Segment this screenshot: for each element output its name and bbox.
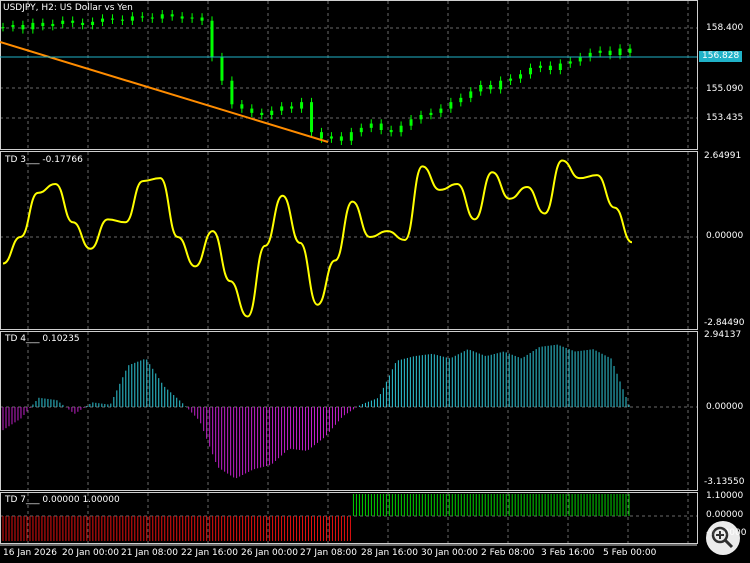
price-candle-body [578,57,582,62]
price-candle-body [499,80,503,90]
td4-histogram [2,344,630,479]
price-candle-body [419,115,423,120]
td4-tick: 2.94137 [704,330,742,340]
price-candle-body [310,102,314,133]
time-tick: 28 Jan 16:00 [361,548,418,558]
td3-tick: 2.64991 [704,151,742,161]
price-candle-body [489,85,493,90]
price-candle-body [280,106,284,111]
price-candle-body [409,119,413,126]
price-candle-body [608,50,612,55]
price-candle-body [91,21,95,25]
panel-border [0,151,698,330]
td3-title: TD 3___ -0.17766 [5,155,83,165]
price-candle-body [150,17,154,19]
price-candle-body [379,123,383,130]
price-candle-body [200,17,204,21]
price-candle-body [329,136,333,139]
td7-title: TD 7___ 0.00000 1.00000 [5,495,120,505]
price-candle-body [21,25,25,30]
price-candle-body [240,104,244,109]
price-candle-body [180,16,184,19]
price-candle-body [81,22,85,25]
time-tick: 16 Jan 2026 [3,548,57,558]
price-candle-body [359,127,363,133]
price-candle-body [11,25,15,28]
price-candle-body [369,123,373,128]
td4-tick: 0.00000 [706,402,744,412]
price-candle-body [618,48,622,55]
price-candle-body [1,27,5,29]
price-candle-body [270,110,274,115]
price-candle-body [519,74,523,79]
price-candle-body [130,16,134,21]
price-candle-body [160,14,164,19]
price-candle-body [469,91,473,98]
price-candle-body [300,102,304,109]
time-tick: 30 Jan 00:00 [421,548,478,558]
price-candle-body [31,22,35,30]
td3-tick: -2.84490 [704,318,745,328]
grid-lines [0,1,697,543]
price-candle-body [509,78,513,81]
time-tick: 5 Feb 00:00 [603,548,657,558]
price-candle-body [71,20,75,23]
symbol-title: USDJPY, H2: US Dollar vs Yen [3,3,133,13]
price-candle-body [101,18,105,22]
time-tick: 22 Jan 16:00 [181,548,238,558]
td4-title: TD 4___ 0.10235 [5,334,80,344]
price-candle-body [568,61,572,64]
price-tick: 158.400 [706,23,744,33]
price-candle-body [230,80,234,105]
price-candle-body [220,57,224,81]
td3-line [2,159,633,318]
price-candle-body [459,97,463,103]
time-tick: 21 Jan 08:00 [121,548,178,558]
price-candle-body [399,125,403,133]
price-candle-body [260,112,264,115]
price-candle-body [479,85,483,92]
price-candle-body [210,20,214,58]
price-candle-body [548,65,552,70]
price-candle-body [389,130,393,133]
price-tick: 155.090 [706,84,744,94]
current-price-tag: 156.828 [699,51,743,62]
price-candle-body [140,16,144,18]
price-candle-body [528,67,532,75]
price-candle-body [339,136,343,141]
price-candle-body [290,106,294,109]
panel-frames [0,0,698,546]
td7-tick: 1.10000 [706,491,744,501]
price-candle-body [110,18,114,20]
price-candle-body [439,108,443,113]
price-candle-body [51,23,55,27]
price-candles [1,10,632,145]
price-candle-body [558,63,562,70]
time-tick: 27 Jan 08:00 [300,548,357,558]
time-tick: 20 Jan 00:00 [62,548,119,558]
td4-tick: -3.13550 [704,477,745,487]
price-candle-body [598,50,602,53]
price-candle-body [41,22,45,27]
price-candle-body [190,17,194,19]
chart-canvas[interactable] [0,0,750,563]
time-tick: 26 Jan 00:00 [241,548,298,558]
price-tick: 153.435 [706,113,744,123]
price-candle-body [429,112,433,115]
price-candle-body [61,20,65,24]
price-candle-body [538,65,542,68]
td3-tick: 0.00000 [706,231,744,241]
price-candle-body [349,132,353,141]
price-candle-body [628,48,632,53]
time-tick: 2 Feb 08:00 [481,548,535,558]
zoom-magnifier-icon[interactable] [706,521,740,555]
price-candle-body [319,132,323,139]
price-candle-body [449,102,453,109]
td7-tick: 0.00000 [706,510,744,520]
price-candle-body [120,19,124,21]
price-candle-body [170,14,174,17]
price-candle-body [250,108,254,113]
time-tick: 3 Feb 16:00 [541,548,595,558]
